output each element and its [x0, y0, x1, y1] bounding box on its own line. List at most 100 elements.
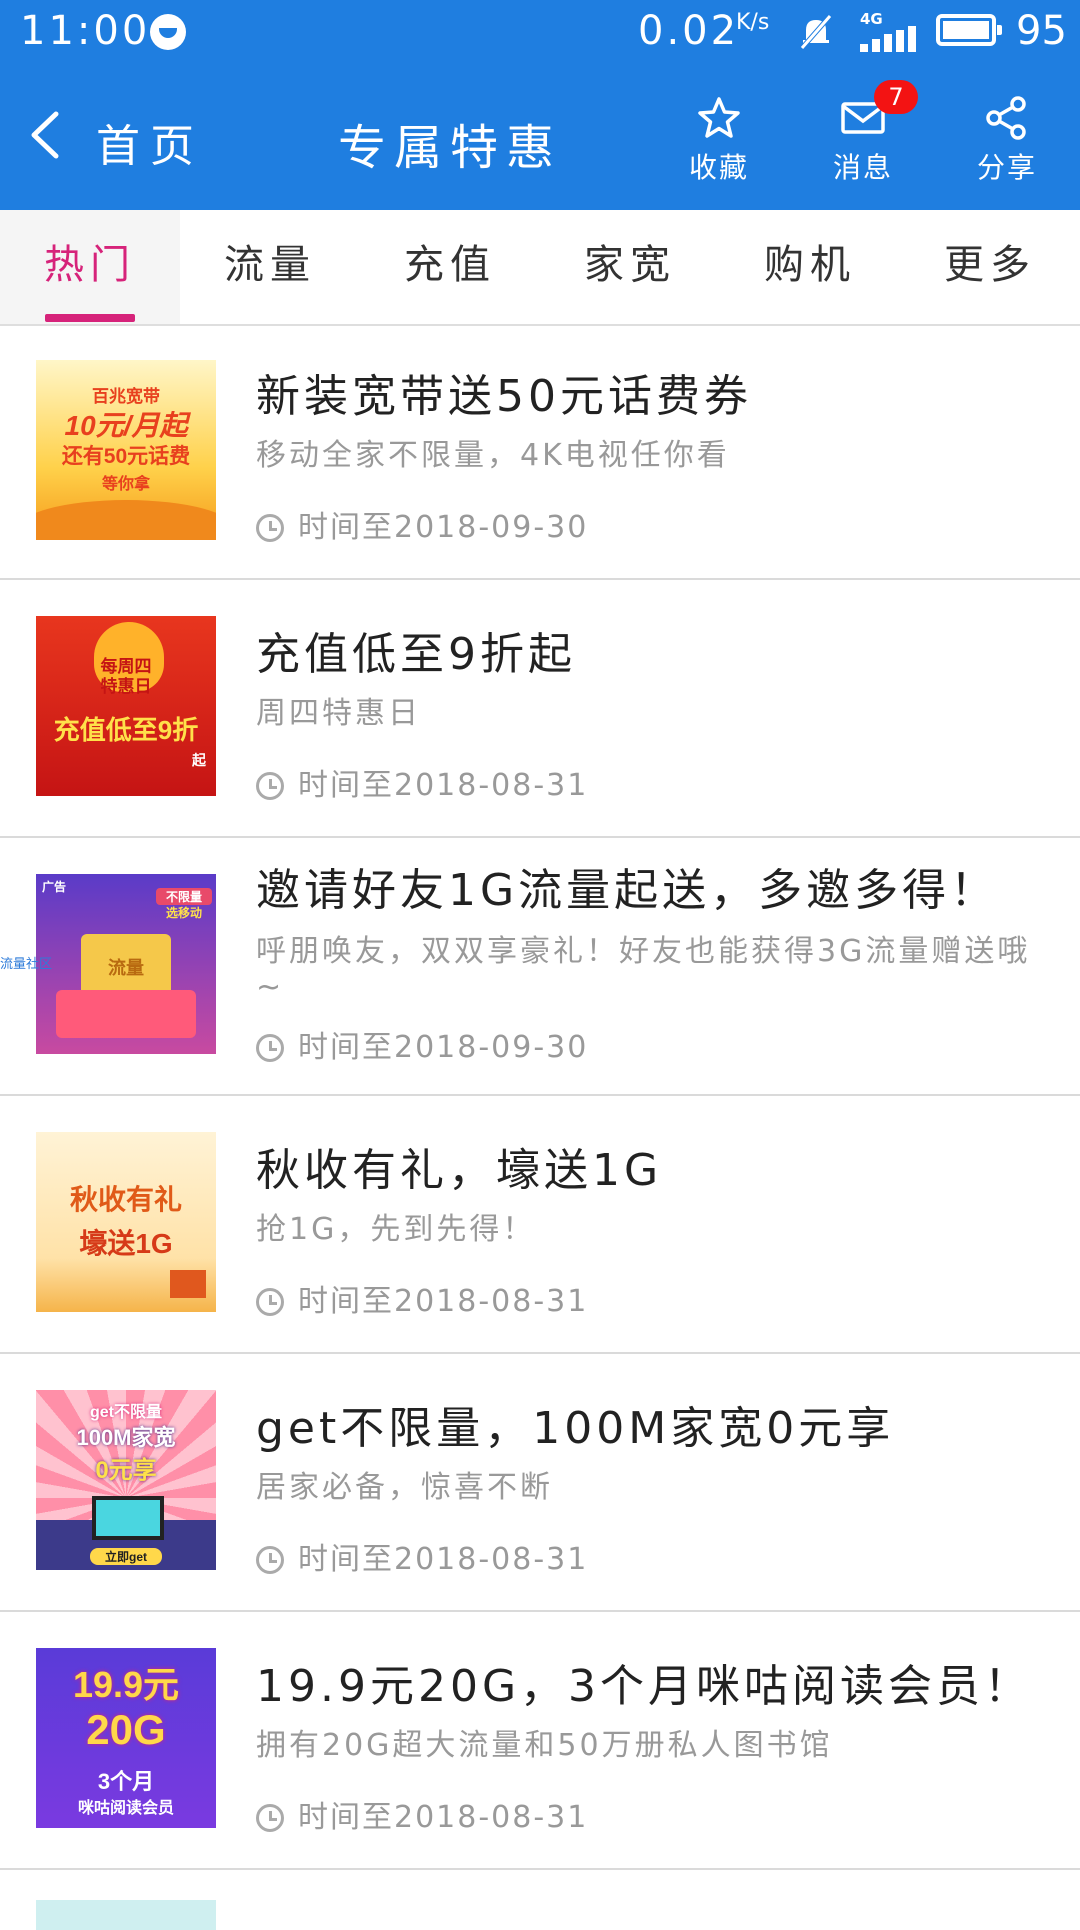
back-arrow-icon[interactable] — [26, 108, 66, 162]
thumb-text: get不限量 — [89, 1404, 162, 1421]
tab-recharge[interactable]: 充值 — [360, 210, 540, 324]
star-icon — [698, 97, 740, 138]
thumb-text: 3个月 — [97, 1769, 155, 1794]
clock-icon — [256, 1288, 284, 1316]
network-speed-unit: K/s — [736, 10, 770, 35]
battery-icon — [936, 14, 1002, 46]
promo-expiry: 时间至2018-08-31 — [256, 1534, 588, 1578]
tab-label: 流量 — [224, 242, 316, 288]
expiry-text: 时间至2018-08-31 — [298, 1542, 589, 1577]
app-header: 11:00 0.02 K/s 4G 95 首页 专属特惠 收藏 消息 7 分享 — [0, 0, 1080, 210]
ad-label: 广告 — [42, 880, 67, 894]
signal-icon — [860, 26, 916, 52]
clock-icon — [256, 1034, 284, 1062]
promo-thumbnail: get不限量 100M家宽 0元享 立即get — [36, 1390, 216, 1570]
thumb-text: 立即get — [90, 1548, 162, 1565]
watermark: 流量社区 — [0, 957, 53, 972]
thumb-text: 特惠日 — [100, 677, 152, 696]
promo-expiry: 时间至2018-09-30 — [256, 502, 588, 546]
promo-subtitle: 周四特惠日 — [256, 696, 421, 731]
expiry-text: 时间至2018-09-30 — [298, 1030, 589, 1065]
unread-badge: 7 — [874, 80, 918, 114]
list-item[interactable]: 19.9元 20G 3个月 咪咕阅读会员 19.9元20G，3个月咪咕阅读会员！… — [0, 1612, 1080, 1870]
app-notification-icon — [150, 14, 186, 50]
favorite-button[interactable]: 收藏 — [664, 96, 774, 186]
thumb-text: 流量 — [108, 958, 144, 978]
thumb-text: 咪咕阅读会员 — [77, 1800, 174, 1817]
promo-thumbnail — [36, 1900, 216, 1930]
battery-level: 95 — [1016, 8, 1067, 54]
promo-subtitle: 呼朋唤友，双双享豪礼！好友也能获得3G流量赠送哦~ — [256, 934, 1031, 1005]
tab-more[interactable]: 更多 — [900, 210, 1080, 324]
promo-expiry: 时间至2018-08-31 — [256, 1792, 588, 1836]
thumb-text: 还有50元话费 — [61, 445, 191, 468]
clock-icon — [256, 514, 284, 542]
promo-thumbnail: 秋收有礼 壕送1G — [36, 1132, 216, 1312]
share-label: 分享 — [976, 151, 1037, 184]
promo-title: get不限量，100M家宽0元享 — [256, 1403, 895, 1454]
active-tab-indicator — [45, 314, 135, 322]
promo-expiry: 时间至2018-08-31 — [256, 1276, 588, 1320]
promo-title: 充值低至9折起 — [256, 629, 576, 680]
share-button[interactable]: 分享 — [952, 96, 1062, 186]
expiry-text: 时间至2018-08-31 — [298, 768, 589, 803]
category-tabs: 热门 流量 充值 家宽 购机 更多 — [0, 210, 1080, 326]
list-item[interactable]: get不限量 100M家宽 0元享 立即get get不限量，100M家宽0元享… — [0, 1354, 1080, 1612]
tab-hot[interactable]: 热门 — [0, 210, 180, 324]
tab-label: 家宽 — [584, 242, 676, 288]
messages-button[interactable]: 消息 7 — [808, 80, 918, 186]
messages-label: 消息 — [832, 151, 893, 184]
promo-title: 19.9元20G，3个月咪咕阅读会员！ — [256, 1661, 1033, 1712]
list-item[interactable]: 秋收有礼 壕送1G 秋收有礼，壕送1G 抢1G，先到先得！ 时间至2018-08… — [0, 1096, 1080, 1354]
promo-thumbnail: 每周四 特惠日 充值低至9折 起 — [36, 616, 216, 796]
thumb-text: 10元/月起 — [64, 410, 188, 441]
promo-thumbnail: 19.9元 20G 3个月 咪咕阅读会员 — [36, 1648, 216, 1828]
status-time: 11:00 — [20, 8, 151, 54]
thumb-text: 充值低至9折 — [53, 715, 199, 745]
promo-subtitle: 移动全家不限量，4K电视任你看 — [256, 438, 730, 473]
tab-phones[interactable]: 购机 — [720, 210, 900, 324]
tab-label: 热门 — [44, 242, 136, 288]
thumb-text: 壕送1G — [79, 1228, 173, 1259]
clock-icon — [256, 772, 284, 800]
list-item[interactable]: 广告 不限量 选移动 流量 邀请好友1G流量起送，多邀多得！ 呼朋唤友，双双享豪… — [0, 838, 1080, 1096]
status-bar: 11:00 0.02 K/s 4G 95 — [0, 0, 1080, 66]
tab-label: 更多 — [944, 242, 1036, 288]
tab-data[interactable]: 流量 — [180, 210, 360, 324]
tab-label: 购机 — [764, 242, 856, 288]
promo-subtitle: 抢1G，先到先得！ — [256, 1212, 536, 1247]
thumb-text: 100M家宽 — [76, 1425, 176, 1450]
thumb-text: 0元享 — [95, 1457, 157, 1484]
back-button-label[interactable]: 首页 — [96, 110, 204, 174]
thumb-text: 秋收有礼 — [69, 1184, 182, 1215]
share-icon — [986, 96, 1026, 140]
promo-expiry: 时间至2018-08-31 — [256, 760, 588, 804]
promo-expiry: 时间至2018-09-30 — [256, 1022, 588, 1066]
promo-title: 邀请好友1G流量起送，多邀多得！ — [256, 865, 999, 916]
list-item-partial[interactable] — [0, 1870, 1080, 1930]
thumb-text: 起 — [192, 752, 206, 768]
thumb-text: 选移动 — [165, 906, 202, 920]
expiry-text: 时间至2018-08-31 — [298, 1800, 589, 1835]
promo-title: 秋收有礼，壕送1G — [256, 1145, 663, 1196]
thumb-text: 19.9元 — [72, 1664, 180, 1705]
favorite-label: 收藏 — [688, 151, 749, 184]
promo-thumbnail: 百兆宽带 10元/月起 还有50元话费 等你拿 — [36, 360, 216, 540]
promo-title: 新装宽带送50元话费券 — [256, 371, 752, 422]
clock-icon — [256, 1546, 284, 1574]
promo-subtitle: 拥有20G超大流量和50万册私人图书馆 — [256, 1728, 833, 1763]
page-title: 专属特惠 — [338, 120, 563, 176]
expiry-text: 时间至2018-09-30 — [298, 510, 589, 545]
list-item[interactable]: 百兆宽带 10元/月起 还有50元话费 等你拿 新装宽带送50元话费券 移动全家… — [0, 326, 1080, 580]
mute-icon — [800, 14, 832, 50]
list-item[interactable]: 每周四 特惠日 充值低至9折 起 充值低至9折起 周四特惠日 时间至2018-0… — [0, 580, 1080, 838]
thumb-text: 不限量 — [156, 888, 212, 905]
thumb-text: 20G — [86, 1706, 166, 1753]
tab-label: 充值 — [404, 242, 496, 288]
network-speed: 0.02 — [638, 8, 740, 54]
promo-subtitle: 居家必备，惊喜不断 — [256, 1470, 553, 1505]
expiry-text: 时间至2018-08-31 — [298, 1284, 589, 1319]
promo-thumbnail: 广告 不限量 选移动 流量 — [36, 874, 216, 1054]
clock-icon — [256, 1804, 284, 1832]
tab-broadband[interactable]: 家宽 — [540, 210, 720, 324]
